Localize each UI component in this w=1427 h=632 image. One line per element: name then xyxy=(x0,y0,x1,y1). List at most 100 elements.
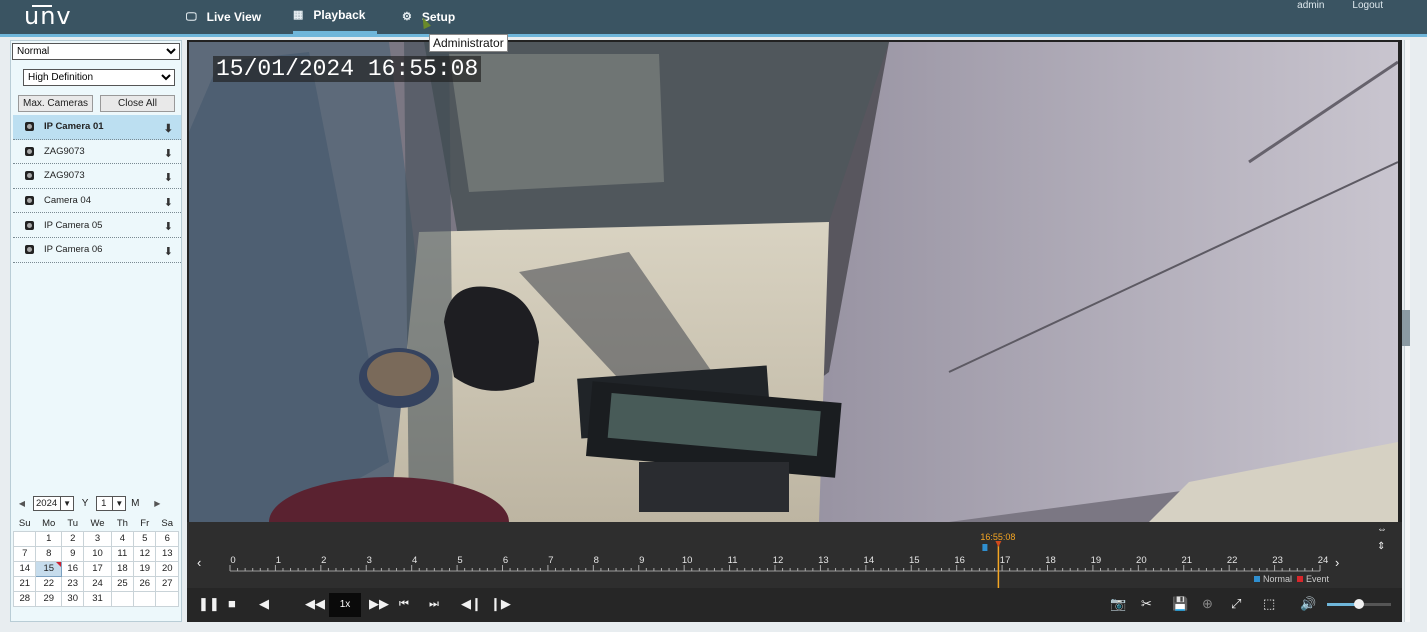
download-icon[interactable]: ⬇ xyxy=(164,196,173,209)
logout-link[interactable]: Logout xyxy=(1352,0,1383,12)
camera-label: IP Camera 06 xyxy=(44,244,103,256)
digital-zoom-icon: ⊕ xyxy=(1202,596,1213,611)
zoom-out-timeline-icon[interactable]: ⇔ xyxy=(1377,522,1387,538)
calendar-day[interactable]: 26 xyxy=(133,575,157,592)
calendar-day[interactable]: 8 xyxy=(35,545,63,562)
nav-live-view-label: Live View xyxy=(206,9,262,24)
camera-list-item[interactable]: ZAG9073 ⬇ xyxy=(13,164,181,189)
timeline-hour-label: 14 xyxy=(864,555,875,566)
camera-list-item[interactable]: IP Camera 05 ⬇ xyxy=(13,213,181,238)
camera-list-item[interactable]: Camera 04 ⬇ xyxy=(13,189,181,214)
normal-recording-segment xyxy=(982,544,988,551)
pause-icon[interactable]: ❚❚ xyxy=(198,596,220,612)
tooltip: Administrator xyxy=(429,34,508,52)
download-icon[interactable]: ⬇ xyxy=(164,220,173,233)
volume-knob[interactable] xyxy=(1354,599,1364,609)
clip-icon[interactable]: ✂ xyxy=(1141,596,1152,612)
camera-list-item[interactable]: ZAG9073 ⬇ xyxy=(13,140,181,165)
calendar-day[interactable]: 21 xyxy=(12,575,37,592)
timeline-hour-label: 6 xyxy=(503,555,508,566)
camera-list-item[interactable]: IP Camera 06 ⬇ xyxy=(13,238,181,263)
video-view[interactable]: 15/01/2024 16:55:08 xyxy=(189,42,1398,522)
nav-playback[interactable]: ▦ Playback xyxy=(293,0,378,34)
calendar-day[interactable]: 17 xyxy=(83,560,112,577)
camera-icon xyxy=(25,196,34,206)
calendar-day[interactable]: 15 xyxy=(35,560,63,577)
calendar-day[interactable]: 6 xyxy=(155,530,179,547)
calendar-day[interactable]: 22 xyxy=(35,575,63,592)
calendar-day[interactable]: 14 xyxy=(12,560,37,577)
calendar-day[interactable]: 29 xyxy=(35,590,63,607)
skip-back-30s-icon[interactable]: ⏮ xyxy=(399,596,409,612)
prev-frame-icon[interactable]: ◀❙ xyxy=(461,596,482,612)
camera-list-item[interactable]: IP Camera 01 ⬇ xyxy=(13,115,181,140)
month-select[interactable]: 1 ▼ xyxy=(96,496,127,511)
calendar-day[interactable]: 12 xyxy=(133,545,157,562)
quality-select[interactable]: High Definition xyxy=(23,69,175,86)
calendar-day[interactable]: 16 xyxy=(61,560,85,577)
control-bar: ❚❚ ■ ◀ ◀◀ 1x ▶▶ ⏮ ⏭ ◀❙ ❙▶ 📷 ✂ 💾 ⊕ ⤢ ⬚ 🔊 xyxy=(187,588,1402,622)
calendar-day[interactable]: 13 xyxy=(155,545,179,562)
calendar-day[interactable]: 7 xyxy=(12,545,37,562)
camera-icon xyxy=(25,220,34,230)
volume-slider[interactable] xyxy=(1327,599,1391,609)
speed-up-icon[interactable]: ▶▶ xyxy=(369,596,389,612)
timeline-hour-label: 11 xyxy=(728,555,738,566)
download-icon[interactable]: ⬇ xyxy=(164,171,173,184)
timeline-prev-icon[interactable]: ‹ xyxy=(197,555,201,571)
prev-month-icon[interactable]: ◀ xyxy=(11,499,33,508)
close-all-button[interactable]: Close All xyxy=(100,95,175,112)
download-icon[interactable]: ⬇ xyxy=(164,147,173,160)
calendar-day[interactable]: 31 xyxy=(83,590,112,607)
volume-icon[interactable]: 🔊 xyxy=(1300,596,1316,612)
calendar-day[interactable]: 5 xyxy=(133,530,157,547)
timeline-hour-label: 10 xyxy=(682,555,693,566)
next-frame-icon[interactable]: ❙▶ xyxy=(490,596,511,612)
collapse-handle[interactable] xyxy=(1402,310,1410,346)
nav-live-view[interactable]: 🖵 Live View xyxy=(186,0,261,34)
nav-setup[interactable]: ⚙ Setup xyxy=(402,0,455,34)
timeline-hour-label: 18 xyxy=(1045,555,1056,566)
calendar-day[interactable]: 2 xyxy=(61,530,85,547)
max-cameras-button[interactable]: Max. Cameras xyxy=(18,95,93,112)
calendar-day[interactable]: 25 xyxy=(110,575,135,592)
download-icon[interactable]: ⬇ xyxy=(164,245,173,258)
calendar-day[interactable]: 23 xyxy=(61,575,85,592)
download-icon[interactable]: ⬇ xyxy=(164,122,173,135)
film-icon: ▦ xyxy=(293,9,304,21)
calendar-day xyxy=(110,590,135,607)
calendar-day[interactable]: 3 xyxy=(83,530,112,547)
fullscreen-zoom-icon[interactable]: ⤢ xyxy=(1231,596,1241,612)
timeline-hour-label: 1 xyxy=(276,555,281,566)
calendar-day[interactable]: 18 xyxy=(110,560,135,577)
calendar-day[interactable]: 20 xyxy=(155,560,179,577)
skip-forward-30s-icon[interactable]: ⏭ xyxy=(429,596,439,612)
stop-icon[interactable]: ■ xyxy=(228,596,236,612)
top-bar: unv 🖵 Live View ▦ Playback ⚙ Setup admin… xyxy=(0,0,1427,37)
calendar-day[interactable]: 9 xyxy=(61,545,85,562)
zoom-in-timeline-icon[interactable]: ⇕ xyxy=(1377,539,1385,555)
timeline-hour-label: 17 xyxy=(1000,555,1011,566)
calendar-day[interactable]: 28 xyxy=(12,590,37,607)
next-month-icon[interactable]: ▶ xyxy=(146,499,168,508)
calendar-day[interactable]: 27 xyxy=(155,575,179,592)
calendar-day[interactable]: 19 xyxy=(133,560,157,577)
snapshot-icon[interactable]: 📷 xyxy=(1110,596,1126,612)
camera-icon xyxy=(25,146,34,156)
logo: unv xyxy=(24,2,72,30)
calendar-day[interactable]: 11 xyxy=(110,545,135,562)
calendar-day[interactable]: 4 xyxy=(110,530,135,547)
screenshot-region-icon[interactable]: ⬚ xyxy=(1263,596,1275,612)
calendar-day[interactable]: 10 xyxy=(83,545,112,562)
weekday-label: Th xyxy=(116,518,128,530)
slow-down-icon[interactable]: ◀◀ xyxy=(305,596,325,612)
timeline[interactable]: 0 1 2 3 4 5 6 7 8 9 10 11 12 13 14 15 16 17 18 19 20 21 22 23 24… xyxy=(187,522,1402,588)
calendar-day[interactable]: 1 xyxy=(35,530,63,547)
reverse-play-icon[interactable]: ◀ xyxy=(259,596,269,612)
calendar-day[interactable]: 24 xyxy=(83,575,112,592)
user-name[interactable]: admin xyxy=(1297,0,1324,12)
stream-type-select[interactable]: Normal xyxy=(12,43,180,60)
calendar-day[interactable]: 30 xyxy=(61,590,85,607)
timeline-next-icon[interactable]: › xyxy=(1335,555,1339,571)
year-select[interactable]: 2024 ▼ xyxy=(33,496,75,511)
